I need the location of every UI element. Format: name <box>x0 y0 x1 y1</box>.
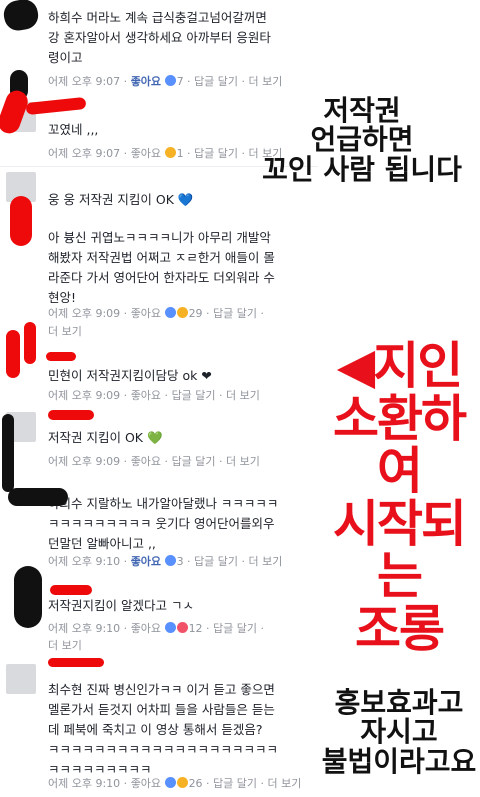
more-button[interactable]: 더 보기 <box>48 636 316 656</box>
comment-time: 어제 오후 9:07 <box>48 75 121 88</box>
reply-button[interactable]: 답글 달기 <box>172 455 216 468</box>
reply-button[interactable]: 답글 달기 <box>213 307 257 320</box>
black-redaction <box>8 488 68 506</box>
comment-time: 어제 오후 9:10 <box>48 777 121 790</box>
comment-text: 최수현 진짜 병신인가ㅋㅋ 이거 듣고 좋으면 멜론가서 듣것지 어차피 들을 … <box>48 682 279 777</box>
comment-text: 민현이 저작권지킴이담당 ok ❤ <box>48 368 212 383</box>
comment-time: 어제 오후 9:07 <box>48 147 121 160</box>
red-redaction <box>10 196 32 246</box>
haha-reaction-icon[interactable] <box>176 307 188 318</box>
comment-meta: 어제 오후 9:09 · 좋아요 · 답글 달기 · 더 보기 <box>48 389 260 402</box>
more-button[interactable]: 더 보기 <box>249 555 283 568</box>
like-button[interactable]: 좋아요 <box>131 389 161 402</box>
comment-meta: 어제 오후 9:09 · 좋아요 · 답글 달기 · 더 보기 <box>48 455 260 468</box>
comment-meta: 어제 오후 9:07 · 좋아요 7 · 답글 달기 · 더 보기 <box>48 75 283 88</box>
more-button[interactable]: 더 보기 <box>48 322 316 342</box>
comment-time: 어제 오후 9:10 <box>48 622 121 635</box>
like-button[interactable]: 좋아요 <box>131 555 161 568</box>
reply-button[interactable]: 답글 달기 <box>194 75 238 88</box>
more-button[interactable]: 더 보기 <box>268 777 302 790</box>
comment-text: 하희수 머라노 계속 급식충걸고넘어갈꺼면 강 혼자알아서 생각하세요 아까부터… <box>48 10 271 65</box>
like-reaction-icon[interactable] <box>164 75 176 86</box>
red-redaction <box>50 585 92 595</box>
love-reaction-icon[interactable] <box>176 622 188 633</box>
more-button[interactable]: 더 보기 <box>226 455 260 468</box>
caption-middle: ◀지인 소환하여 시작되는 조롱 <box>333 337 467 658</box>
like-button[interactable]: 좋아요 <box>131 75 161 88</box>
red-redaction <box>46 352 76 361</box>
comment-meta: 어제 오후 9:09 · 좋아요 29 · 답글 달기 · <box>48 307 265 320</box>
caption-top: 저작권 언급하면 꼬인 사람 됩니다 <box>262 94 462 186</box>
caption-bottom: 홍보효과고 자시고 불법이라고요 <box>321 686 477 778</box>
black-redaction <box>14 566 42 628</box>
like-button[interactable]: 좋아요 <box>131 455 161 468</box>
like-reaction-icon[interactable] <box>164 777 176 788</box>
reply-button[interactable]: 답글 달기 <box>194 555 238 568</box>
red-redaction <box>48 410 94 420</box>
comment-text: 저작권지킴이 알겠다고 ㄱㅅ <box>48 598 194 613</box>
reply-button[interactable]: 답글 달기 <box>194 147 238 160</box>
reaction-count[interactable]: 12 <box>189 622 203 635</box>
like-button[interactable]: 좋아요 <box>131 622 161 635</box>
comment-meta: 어제 오후 9:10 · 좋아요 3 · 답글 달기 · 더 보기 <box>48 555 283 568</box>
like-button[interactable]: 좋아요 <box>131 777 161 790</box>
comment-time: 어제 오후 9:09 <box>48 455 121 468</box>
red-redaction <box>25 96 87 116</box>
reaction-count[interactable]: 3 <box>177 555 184 568</box>
reply-button[interactable]: 답글 달기 <box>213 777 257 790</box>
reaction-count[interactable]: 29 <box>189 307 203 320</box>
reaction-count[interactable]: 1 <box>177 147 184 160</box>
like-button[interactable]: 좋아요 <box>131 307 161 320</box>
reaction-count[interactable]: 26 <box>189 777 203 790</box>
red-redaction <box>24 322 36 364</box>
like-button[interactable]: 좋아요 <box>131 147 161 160</box>
like-reaction-icon[interactable] <box>164 555 176 566</box>
comment-text: 아 븅신 귀엽노ㅋㅋㅋㅋ니가 아무리 개발악 해봤자 저작권법 어쩌고 ㅈㄹ한거… <box>48 230 275 305</box>
comment-time: 어제 오후 9:09 <box>48 307 121 320</box>
comment-time: 어제 오후 9:09 <box>48 389 121 402</box>
red-redaction <box>48 658 104 667</box>
black-redaction <box>1 0 41 33</box>
black-redaction <box>2 414 14 492</box>
haha-reaction-icon[interactable] <box>176 777 188 788</box>
comment-text: 하희수 지랄하노 내가알아달랬나 ㅋㅋㅋㅋㅋ ㅋㅋㅋㅋㅋㅋㅋㅋㅋ 웃기다 영어단… <box>48 496 279 551</box>
reply-button[interactable]: 답글 달기 <box>213 622 257 635</box>
reaction-count[interactable]: 7 <box>177 75 184 88</box>
comment-text: 저작권 지킴이 OK 💚 <box>48 430 163 445</box>
comment-text: 웅 웅 저작권 지킴이 OK 💙 <box>48 192 194 207</box>
more-button[interactable]: 더 보기 <box>249 75 283 88</box>
reply-button[interactable]: 답글 달기 <box>172 389 216 402</box>
more-button[interactable]: 더 보기 <box>226 389 260 402</box>
red-redaction <box>6 330 20 378</box>
comment-time: 어제 오후 9:10 <box>48 555 121 568</box>
comment-meta: 어제 오후 9:10 · 좋아요 26 · 답글 달기 · 더 보기 <box>48 777 302 790</box>
haha-reaction-icon[interactable] <box>164 147 176 158</box>
like-reaction-icon[interactable] <box>164 307 176 318</box>
like-reaction-icon[interactable] <box>164 622 176 633</box>
avatar[interactable] <box>6 664 36 694</box>
